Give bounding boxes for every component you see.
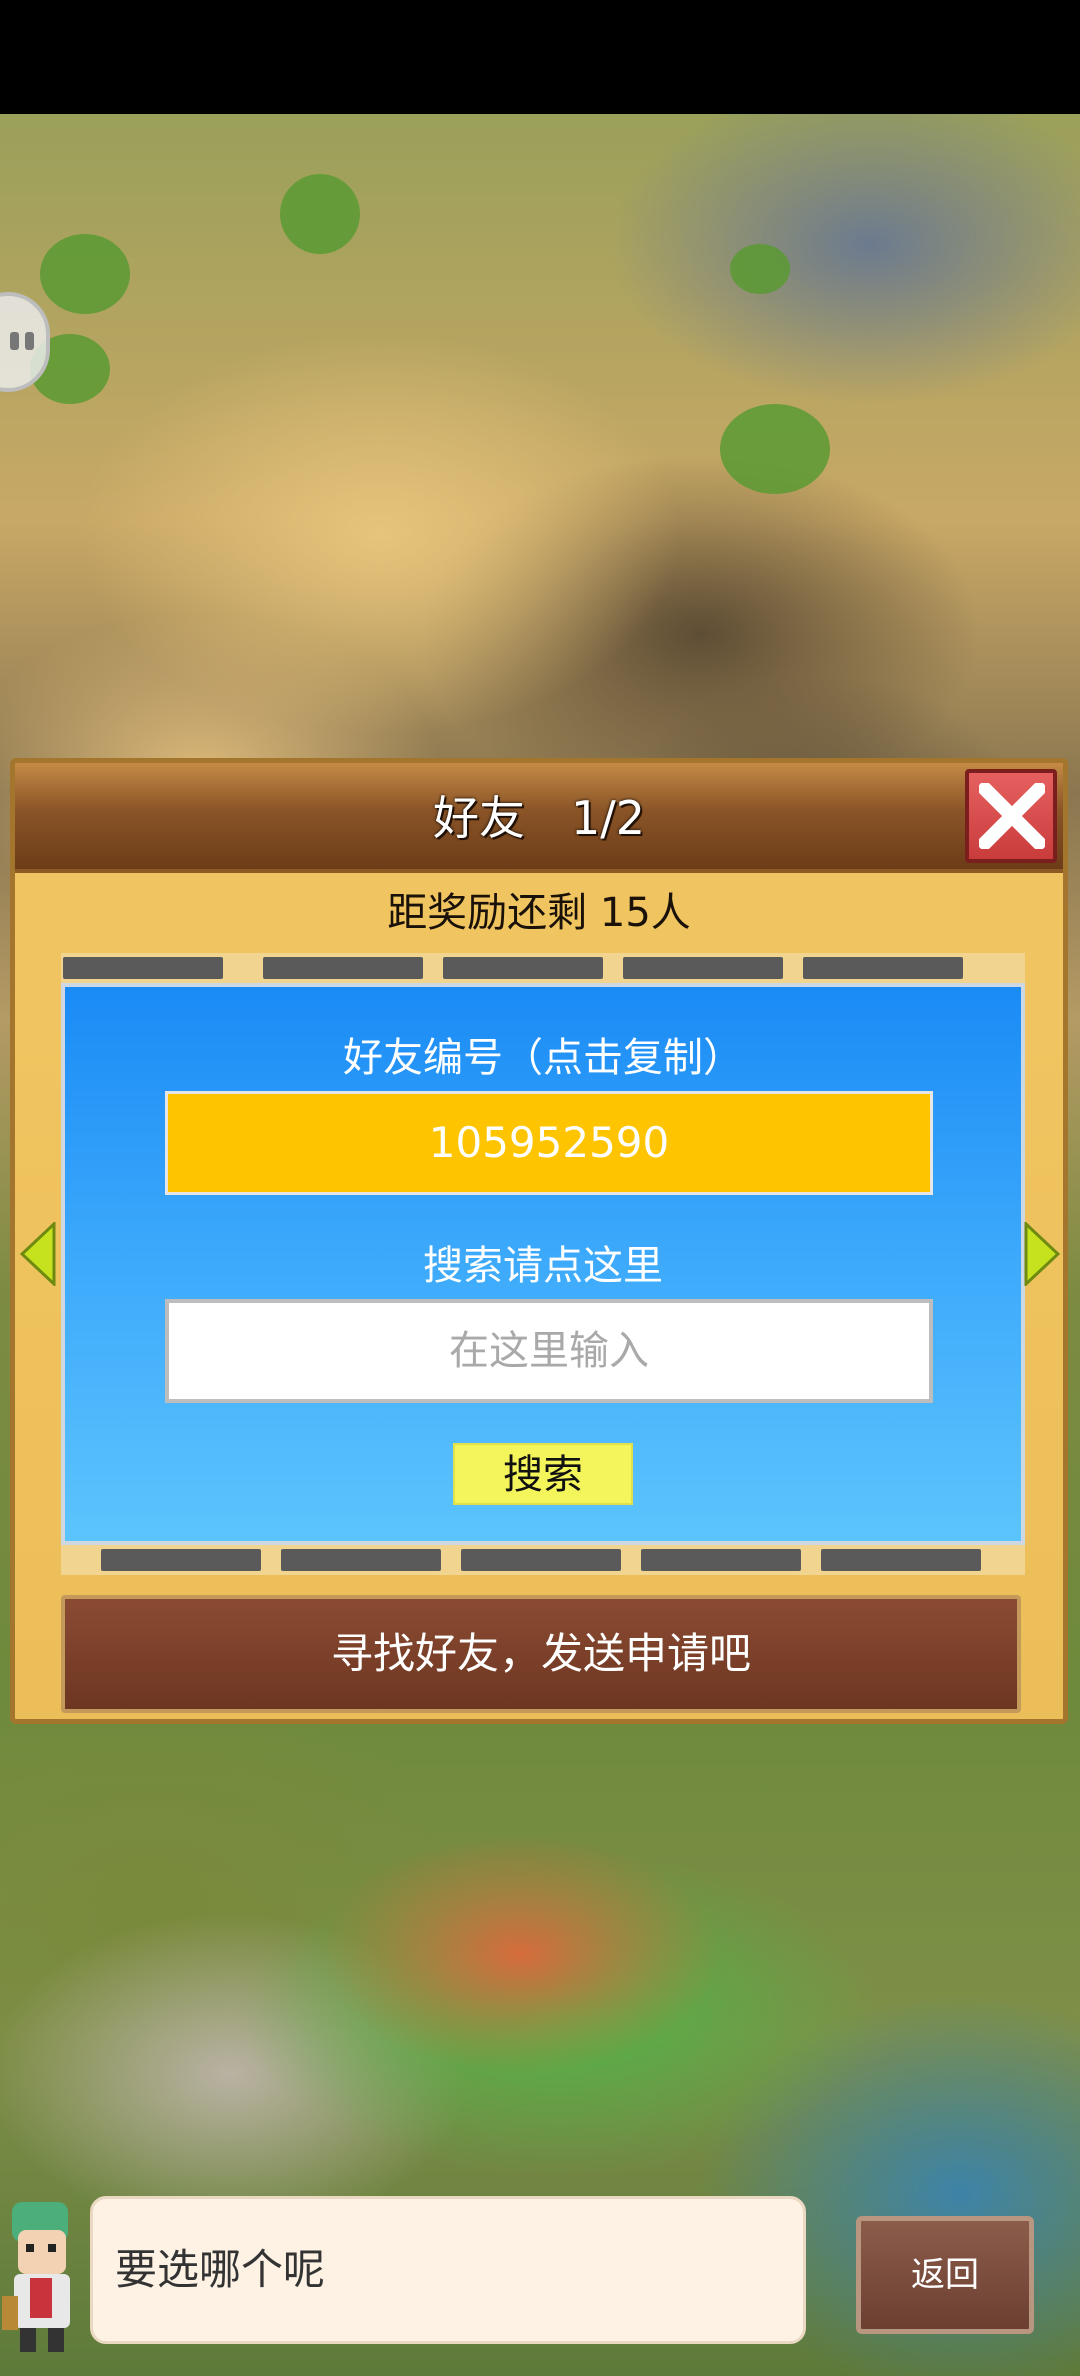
arrow-left-icon[interactable] (20, 1222, 56, 1286)
friend-id-copy-button[interactable]: 105952590 (165, 1091, 933, 1195)
speech-bubble: 要选哪个呢 (90, 2196, 806, 2344)
character-avatar (2, 2202, 70, 2352)
find-friends-button[interactable]: 寻找好友，发送申请吧 (61, 1595, 1021, 1713)
search-input[interactable] (165, 1299, 933, 1403)
film-strip-top (61, 953, 1025, 983)
back-button[interactable]: 返回 (856, 2216, 1034, 2334)
search-button[interactable]: 搜索 (453, 1443, 633, 1505)
film-strip-bottom (61, 1545, 1025, 1575)
dialog-title: 好友 1/2 (432, 791, 646, 845)
reward-remaining-text: 距奖励还剩 15人 (387, 890, 691, 936)
friend-id-label: 好友编号（点击复制） (343, 1035, 743, 1081)
arrow-right-icon[interactable] (1024, 1222, 1060, 1286)
close-button[interactable] (965, 769, 1057, 863)
search-label: 搜索请点这里 (423, 1243, 663, 1289)
close-icon (979, 783, 1045, 849)
speech-text: 要选哪个呢 (115, 2245, 326, 2294)
friends-dialog: 好友 1/2 距奖励还剩 15人 好友编号（点击复制） 105952590 搜索… (10, 758, 1068, 1724)
friend-search-panel: 好友编号（点击复制） 105952590 搜索请点这里 搜索 (61, 983, 1025, 1545)
status-bar (0, 0, 1080, 114)
